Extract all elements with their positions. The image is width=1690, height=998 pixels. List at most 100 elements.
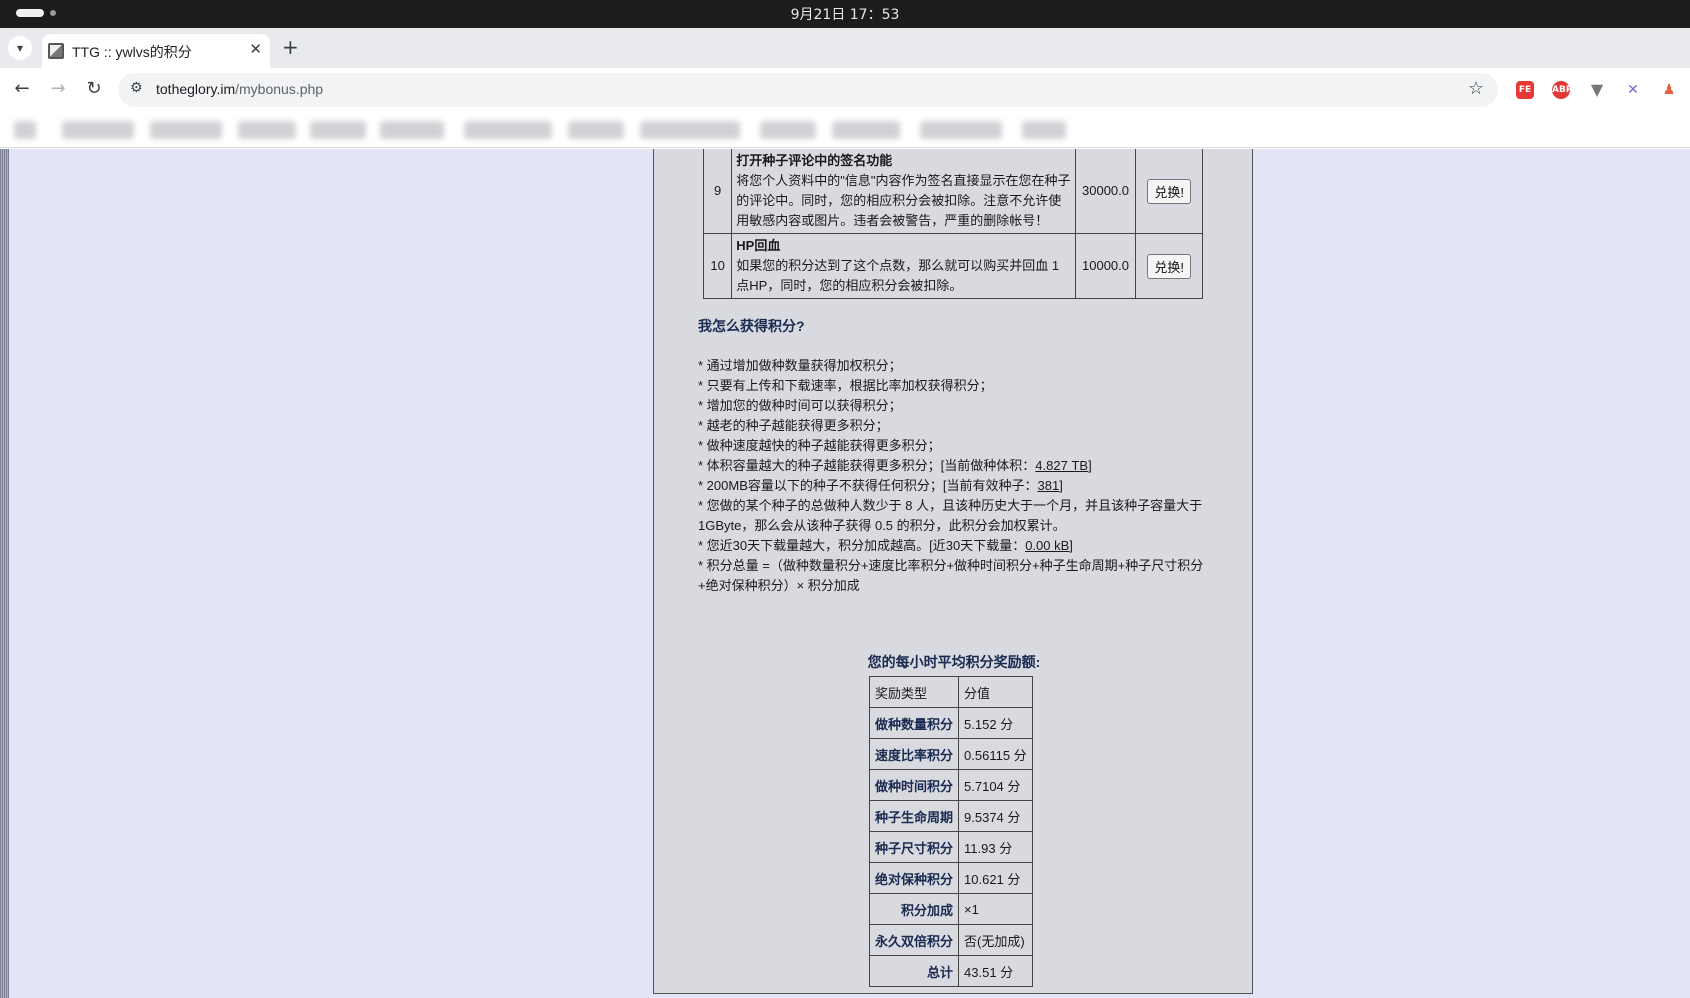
bonus-value: 43.51 分 [958, 955, 1033, 987]
bonus-type: 永久双倍积分 [868, 924, 960, 956]
bookmark-item[interactable] [14, 121, 36, 139]
exchange-action-cell: 兑换! [1135, 233, 1203, 299]
bookmark-item[interactable] [920, 121, 1002, 139]
column-header: 分值 [958, 676, 1033, 708]
bonus-value: 9.5374 分 [958, 800, 1033, 832]
back-arrow-icon[interactable]: ← [10, 78, 34, 99]
bookmark-item[interactable] [568, 121, 624, 139]
exchange-detail: 将您个人资料中的"信息"内容作为签名直接显示在您在种子的评论中。同时，您的相应积… [736, 173, 1071, 228]
download-volume-link[interactable]: 0.00 kB [1025, 538, 1069, 553]
reload-icon[interactable]: ↻ [82, 78, 106, 99]
table-row: 种子尺寸积分 11.93 分 [868, 831, 1033, 863]
bookmark-item[interactable] [62, 121, 134, 139]
site-info-icon[interactable]: ⚙ [130, 80, 143, 96]
bonus-type: 种子尺寸积分 [868, 831, 960, 863]
bonus-value: 11.93 分 [958, 831, 1033, 863]
exchange-cost: 30000.0 [1074, 149, 1137, 234]
bonus-value: 5.7104 分 [958, 769, 1033, 801]
bookmark-item[interactable] [832, 121, 900, 139]
table-row: 做种数量积分 5.152 分 [868, 707, 1033, 739]
browser-tab-active[interactable]: TTG :: ywlvs的积分 ✕ [42, 34, 270, 68]
bonus-value: 否(无加成) [958, 924, 1033, 956]
exchange-button[interactable]: 兑换! [1147, 253, 1191, 279]
hourly-bonus-table: 奖励类型 分值 做种数量积分 5.152 分 速度比率积分 0.56115 分 做种… [868, 676, 1033, 987]
bookmark-item[interactable] [310, 121, 366, 139]
list-item: * 您做的某个种子的总做种人数少于 8 人，且该种历史大于一个月，并且该种子容量… [698, 498, 1203, 533]
list-item: * 越老的种子越能获得更多积分； [698, 418, 889, 433]
tab-strip: ▾ TTG :: ywlvs的积分 ✕ + [0, 28, 1690, 68]
bracket: ] [1088, 458, 1092, 473]
bonus-content-panel: 9 打开种子评论中的签名功能 将您个人资料中的"信息"内容作为签名直接显示在您在… [653, 149, 1253, 994]
extension-icon-1[interactable]: FE [1516, 81, 1534, 99]
exchange-description: HP回血 如果您的积分达到了这个点数，那么就可以购买并回血 1 点HP，同时，您… [731, 233, 1076, 299]
table-row: 速度比率积分 0.56115 分 [868, 738, 1033, 770]
table-row: 做种时间积分 5.7104 分 [868, 769, 1033, 801]
table-row: 绝对保种积分 10.621 分 [868, 862, 1033, 894]
list-item: * 通过增加做种数量获得加权积分； [698, 358, 902, 373]
tab-title: TTG :: ywlvs的积分 [72, 44, 192, 60]
seeding-volume-link[interactable]: 4.827 TB [1035, 458, 1088, 473]
forward-arrow-icon[interactable]: → [46, 78, 70, 99]
address-bar[interactable]: ⚙ totheglory.im/mybonus.php ☆ [118, 73, 1498, 107]
bookmark-item[interactable] [238, 121, 296, 139]
bracket: ] [1069, 538, 1073, 553]
tab-search-chevron-icon[interactable]: ▾ [8, 36, 32, 60]
exchange-detail: 如果您的积分达到了这个点数，那么就可以购买并回血 1 点HP，同时，您的相应积分… [736, 258, 1060, 293]
bookmark-star-icon[interactable]: ☆ [1468, 78, 1484, 99]
extension-person-icon[interactable]: ♟ [1660, 81, 1678, 99]
table-row: 10 HP回血 如果您的积分达到了这个点数，那么就可以购买并回血 1 点HP，同… [702, 233, 1203, 299]
adblock-icon[interactable]: ABP [1552, 81, 1572, 99]
bonus-value: ×1 [958, 893, 1033, 925]
page-viewport: 9 打开种子评论中的签名功能 将您个人资料中的"信息"内容作为签名直接显示在您在… [0, 149, 1690, 998]
bonus-type: 总计 [868, 955, 960, 987]
table-row: 积分加成 ×1 [868, 893, 1033, 925]
exchange-no: 10 [702, 233, 733, 299]
tab-close-icon[interactable]: ✕ [249, 40, 262, 58]
bookmark-item[interactable] [150, 121, 222, 139]
site-favicon-icon [48, 43, 64, 59]
table-row: 永久双倍积分 否(无加成) [868, 924, 1033, 956]
exchange-table: 9 打开种子评论中的签名功能 将您个人资料中的"信息"内容作为签名直接显示在您在… [702, 149, 1203, 299]
exchange-button[interactable]: 兑换! [1147, 178, 1191, 204]
os-top-bar: 9月21日 17：53 [0, 0, 1690, 28]
exchange-no: 9 [702, 149, 733, 234]
bookmark-item[interactable] [1022, 121, 1066, 139]
list-item: * 200MB容量以下的种子不获得任何积分；[当前有效种子：381] [698, 476, 1208, 496]
exchange-description: 打开种子评论中的签名功能 将您个人资料中的"信息"内容作为签名直接显示在您在种子… [731, 149, 1076, 234]
bookmark-item[interactable] [760, 121, 816, 139]
system-clock[interactable]: 9月21日 17：53 [0, 4, 1690, 24]
exchange-title: 打开种子评论中的签名功能 [736, 153, 893, 168]
bonus-type: 做种数量积分 [868, 707, 960, 739]
column-header: 奖励类型 [868, 676, 960, 708]
seeds-label: * 200MB容量以下的种子不获得任何积分；[当前有效种子： [698, 478, 1038, 493]
table-row: 总计 43.51 分 [868, 955, 1033, 987]
bonus-value: 5.152 分 [958, 707, 1033, 739]
bookmarks-bar [0, 112, 1690, 148]
table-header-row: 奖励类型 分值 [868, 676, 1033, 708]
bonus-value: 10.621 分 [958, 862, 1033, 894]
browser-toolbar: ← → ↻ ⚙ totheglory.im/mybonus.php ☆ FE A… [0, 68, 1690, 112]
bonus-value: 0.56115 分 [958, 738, 1033, 770]
url-text[interactable]: totheglory.im/mybonus.php [156, 81, 323, 97]
list-item: * 您近30天下载量越大，积分加成越高。[近30天下载量：0.00 kB] [698, 536, 1208, 556]
bookmark-item[interactable] [464, 121, 552, 139]
bonus-type: 积分加成 [868, 893, 960, 925]
how-to-earn-heading: 我怎么获得积分? [698, 318, 805, 334]
table-row: 9 打开种子评论中的签名功能 将您个人资料中的"信息"内容作为签名直接显示在您在… [702, 149, 1203, 234]
extension-x-icon[interactable]: ✕ [1624, 81, 1642, 99]
hourly-bonus-heading: 您的每小时平均积分奖励额: [867, 654, 1041, 670]
bonus-type: 做种时间积分 [868, 769, 960, 801]
extension-v-icon[interactable]: ▼ [1588, 81, 1606, 99]
table-row: 种子生命周期 9.5374 分 [868, 800, 1033, 832]
new-tab-plus-icon[interactable]: + [282, 35, 299, 59]
valid-seeds-link[interactable]: 381 [1037, 478, 1059, 493]
url-path: /mybonus.php [235, 81, 324, 97]
left-edge-border [0, 149, 9, 998]
bookmark-item[interactable] [380, 121, 444, 139]
list-item: * 做种速度越快的种子越能获得更多积分； [698, 438, 941, 453]
list-item: * 增加您的做种时间可以获得积分； [698, 398, 902, 413]
bookmark-item[interactable] [640, 121, 740, 139]
list-item: * 只要有上传和下载速率，根据比率加权获得积分； [698, 378, 993, 393]
how-to-earn-list: * 通过增加做种数量获得加权积分； * 只要有上传和下载速率，根据比率加权获得积… [698, 356, 1208, 596]
bonus-type: 种子生命周期 [868, 800, 960, 832]
